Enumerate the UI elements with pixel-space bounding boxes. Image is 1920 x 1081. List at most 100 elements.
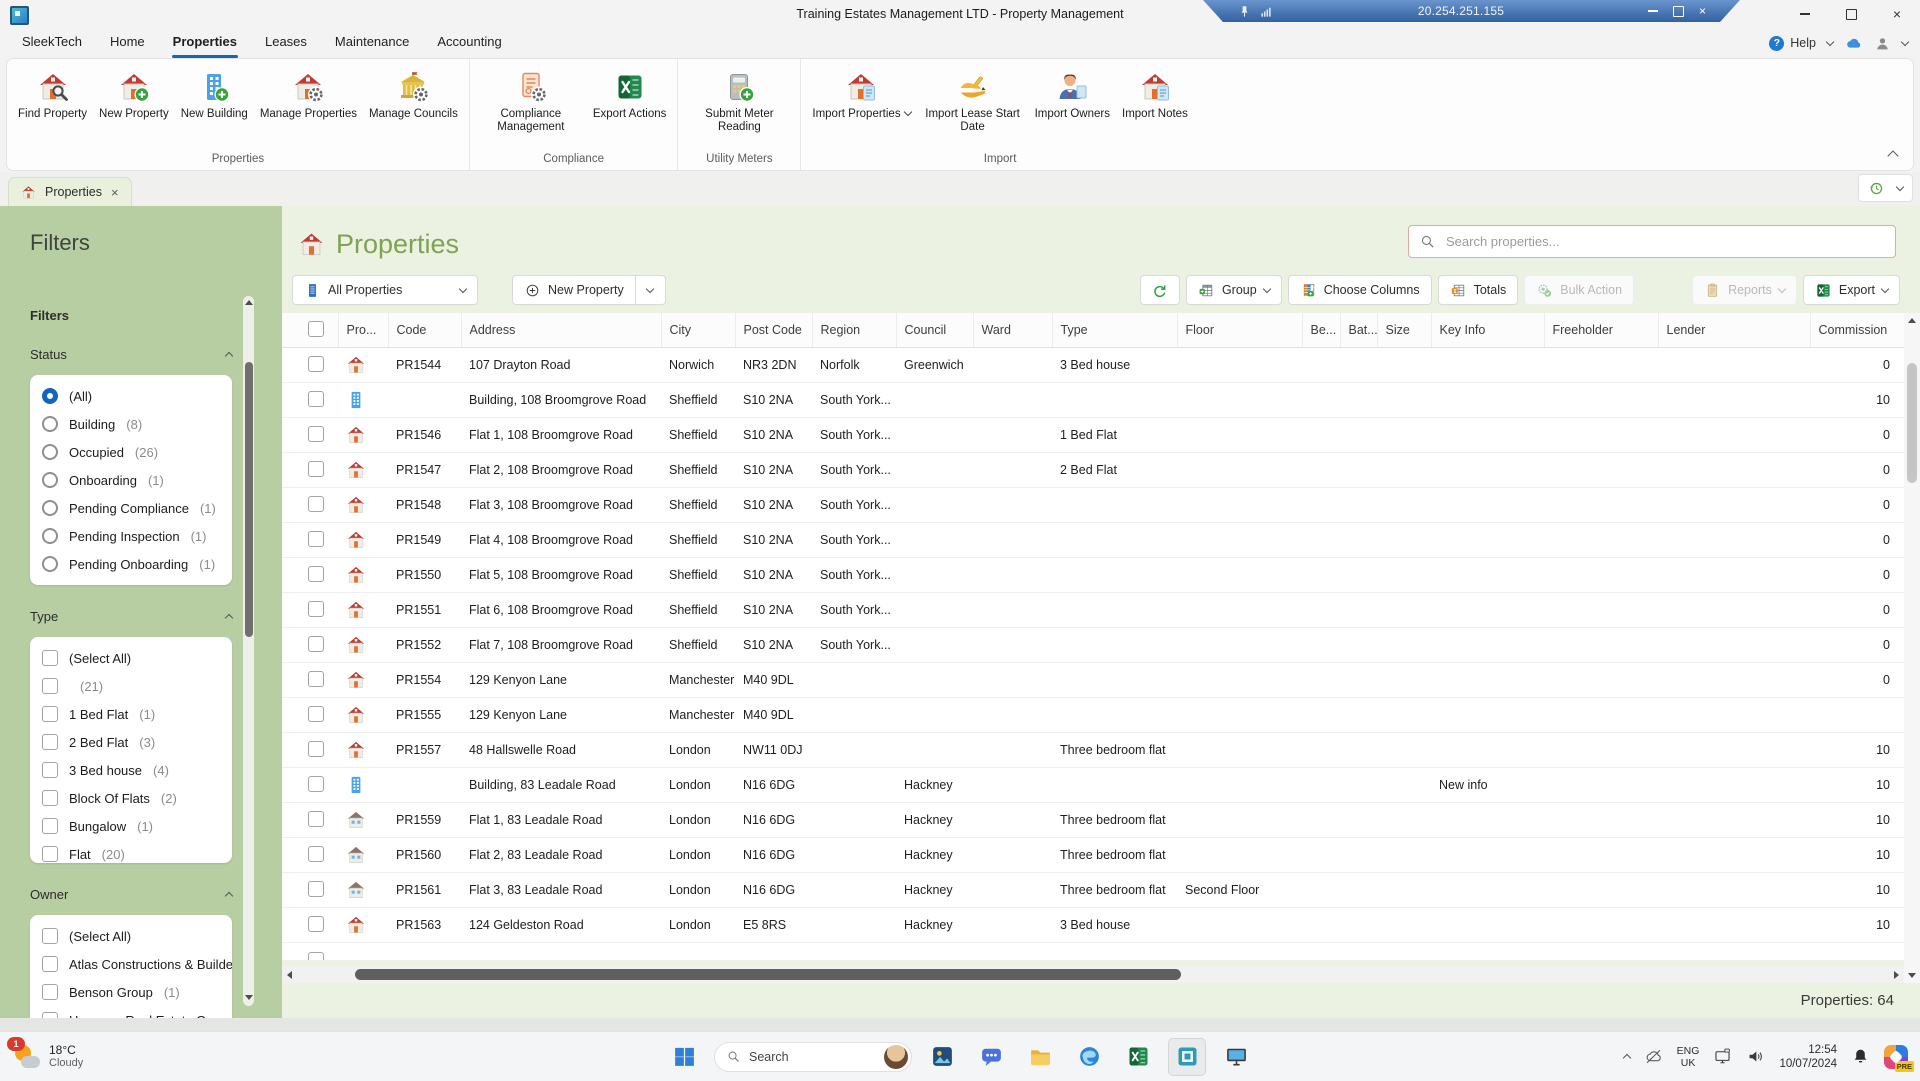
- ribbon-button[interactable]: New Building: [176, 64, 253, 123]
- copilot-icon[interactable]: PRE: [1884, 1045, 1908, 1069]
- taskbar-app-icon[interactable]: [923, 1038, 961, 1076]
- ribbon-button[interactable]: Import Notes: [1117, 64, 1193, 123]
- owner-checkbox-option[interactable]: Harmony Real Estate Group (13): [42, 1006, 232, 1018]
- weather-widget[interactable]: 1 18°C Cloudy: [13, 1032, 83, 1081]
- rdp-restore-button[interactable]: [1673, 6, 1684, 17]
- column-header[interactable]: City: [661, 313, 735, 348]
- ribbon-button[interactable]: Compliance Management: [476, 64, 586, 136]
- column-header[interactable]: Type: [1052, 313, 1177, 348]
- row-checkbox[interactable]: [308, 496, 324, 512]
- column-header[interactable]: Freeholder: [1544, 313, 1658, 348]
- row-checkbox[interactable]: [308, 916, 324, 932]
- menu-item[interactable]: Leases: [251, 28, 321, 58]
- vertical-scrollbar[interactable]: [1904, 313, 1920, 983]
- taskbar-search[interactable]: Search: [714, 1042, 912, 1072]
- column-header[interactable]: Floor: [1177, 313, 1302, 348]
- help-label[interactable]: Help: [1790, 36, 1816, 50]
- checkbox-icon[interactable]: [42, 846, 58, 862]
- table-row[interactable]: Building, 108 Broomgrove Road Sheffield …: [282, 383, 1904, 418]
- owner-checkbox-option[interactable]: Atlas Constructions & Builders (7): [42, 950, 232, 978]
- radio-icon[interactable]: [42, 500, 58, 516]
- row-checkbox[interactable]: [308, 881, 324, 897]
- chevron-up-icon[interactable]: [225, 614, 233, 622]
- filter-section-owner[interactable]: Owner: [30, 887, 232, 902]
- notifications-bell-icon[interactable]: [1851, 1047, 1870, 1066]
- table-row[interactable]: PR1561 Flat 3, 83 Leadale Road London N1…: [282, 873, 1904, 908]
- rdp-minimize-button[interactable]: [1648, 10, 1658, 11]
- row-checkbox[interactable]: [308, 426, 324, 442]
- ribbon-button[interactable]: Import Owners: [1030, 64, 1115, 123]
- row-checkbox[interactable]: [308, 356, 324, 372]
- checkbox-icon[interactable]: [42, 818, 58, 834]
- checkbox-icon[interactable]: [42, 984, 58, 1000]
- totals-button[interactable]: Totals: [1438, 275, 1519, 305]
- checkbox-icon[interactable]: [42, 762, 58, 778]
- checkbox-icon[interactable]: [42, 706, 58, 722]
- filter-section-status[interactable]: Status: [30, 347, 232, 362]
- status-radio-option[interactable]: Pending Inspection (1): [42, 522, 232, 550]
- start-button[interactable]: [665, 1038, 703, 1076]
- ribbon-button[interactable]: Import Lease Start Date: [918, 64, 1028, 136]
- chevron-down-icon[interactable]: [1826, 37, 1834, 45]
- menu-item[interactable]: Home: [96, 28, 159, 58]
- scrollbar-thumb[interactable]: [245, 362, 253, 637]
- column-header[interactable]: Be...: [1302, 313, 1340, 348]
- status-radio-option[interactable]: Pending Compliance (1): [42, 494, 232, 522]
- type-checkbox-option[interactable]: 1 Bed Flat (1): [42, 700, 232, 728]
- status-radio-option[interactable]: (All): [42, 382, 232, 410]
- ribbon-button[interactable]: Manage Properties: [255, 64, 362, 123]
- column-header[interactable]: Council: [896, 313, 973, 348]
- checkbox-icon[interactable]: [42, 790, 58, 806]
- row-checkbox[interactable]: [308, 671, 324, 687]
- ribbon-button[interactable]: Export Actions: [588, 64, 672, 123]
- taskbar-app-icon[interactable]: [1217, 1038, 1255, 1076]
- ribbon-button[interactable]: New Property: [94, 64, 174, 123]
- ribbon-collapse-icon[interactable]: [1887, 150, 1898, 161]
- row-checkbox[interactable]: [308, 636, 324, 652]
- bulk-action-button[interactable]: Bulk Action: [1524, 275, 1634, 305]
- onedrive-offline-icon[interactable]: [1644, 1047, 1663, 1066]
- checkbox-icon[interactable]: [42, 956, 58, 972]
- row-checkbox[interactable]: [308, 741, 324, 757]
- window-maximize-button[interactable]: [1828, 0, 1874, 28]
- search-input[interactable]: [1444, 233, 1885, 250]
- taskbar-clock[interactable]: 12:54 10/07/2024: [1779, 1043, 1837, 1071]
- checkbox-icon[interactable]: [42, 650, 58, 666]
- column-header[interactable]: Lender: [1658, 313, 1810, 348]
- table-row[interactable]: PR1550 Flat 5, 108 Broomgrove Road Sheff…: [282, 558, 1904, 593]
- refresh-button[interactable]: [1140, 275, 1180, 305]
- row-checkbox[interactable]: [308, 706, 324, 722]
- owner-checkbox-option[interactable]: Benson Group (1): [42, 978, 232, 1006]
- checkbox-icon[interactable]: [42, 734, 58, 750]
- select-all-checkbox[interactable]: [308, 321, 324, 337]
- table-row[interactable]: PR1551 Flat 6, 108 Broomgrove Road Sheff…: [282, 593, 1904, 628]
- row-checkbox[interactable]: [308, 846, 324, 862]
- menu-item[interactable]: Properties: [159, 28, 251, 58]
- column-header[interactable]: Region: [812, 313, 896, 348]
- type-checkbox-option[interactable]: (21): [42, 672, 232, 700]
- row-checkbox[interactable]: [308, 601, 324, 617]
- row-checkbox[interactable]: [308, 461, 324, 477]
- tab-properties[interactable]: Properties ×: [8, 177, 132, 206]
- cloud-sync-icon[interactable]: [1844, 34, 1863, 53]
- window-minimize-button[interactable]: [1782, 0, 1828, 28]
- choose-columns-button[interactable]: Choose Columns: [1288, 275, 1432, 305]
- group-button[interactable]: Group: [1186, 275, 1282, 305]
- table-row[interactable]: PR1548 Flat 3, 108 Broomgrove Road Sheff…: [282, 488, 1904, 523]
- user-account-icon[interactable]: [1874, 35, 1891, 52]
- checkbox-icon[interactable]: [42, 1012, 58, 1018]
- scroll-left-icon[interactable]: [287, 971, 292, 979]
- table-row[interactable]: PR1549 Flat 4, 108 Broomgrove Road Sheff…: [282, 523, 1904, 558]
- chevron-up-icon[interactable]: [225, 352, 233, 360]
- scroll-up-icon[interactable]: [1908, 318, 1916, 323]
- tray-overflow-icon[interactable]: [1622, 1054, 1630, 1062]
- scrollbar-thumb[interactable]: [355, 969, 1181, 980]
- window-close-button[interactable]: ×: [1874, 0, 1920, 28]
- ribbon-button[interactable]: Manage Councils: [364, 64, 463, 123]
- type-checkbox-option[interactable]: 3 Bed house (4): [42, 756, 232, 784]
- column-header[interactable]: Ward: [973, 313, 1052, 348]
- taskbar-app-icon[interactable]: [1021, 1038, 1059, 1076]
- new-property-button[interactable]: New Property: [512, 275, 636, 305]
- scroll-down-icon[interactable]: [245, 995, 253, 1000]
- radio-icon[interactable]: [42, 556, 58, 572]
